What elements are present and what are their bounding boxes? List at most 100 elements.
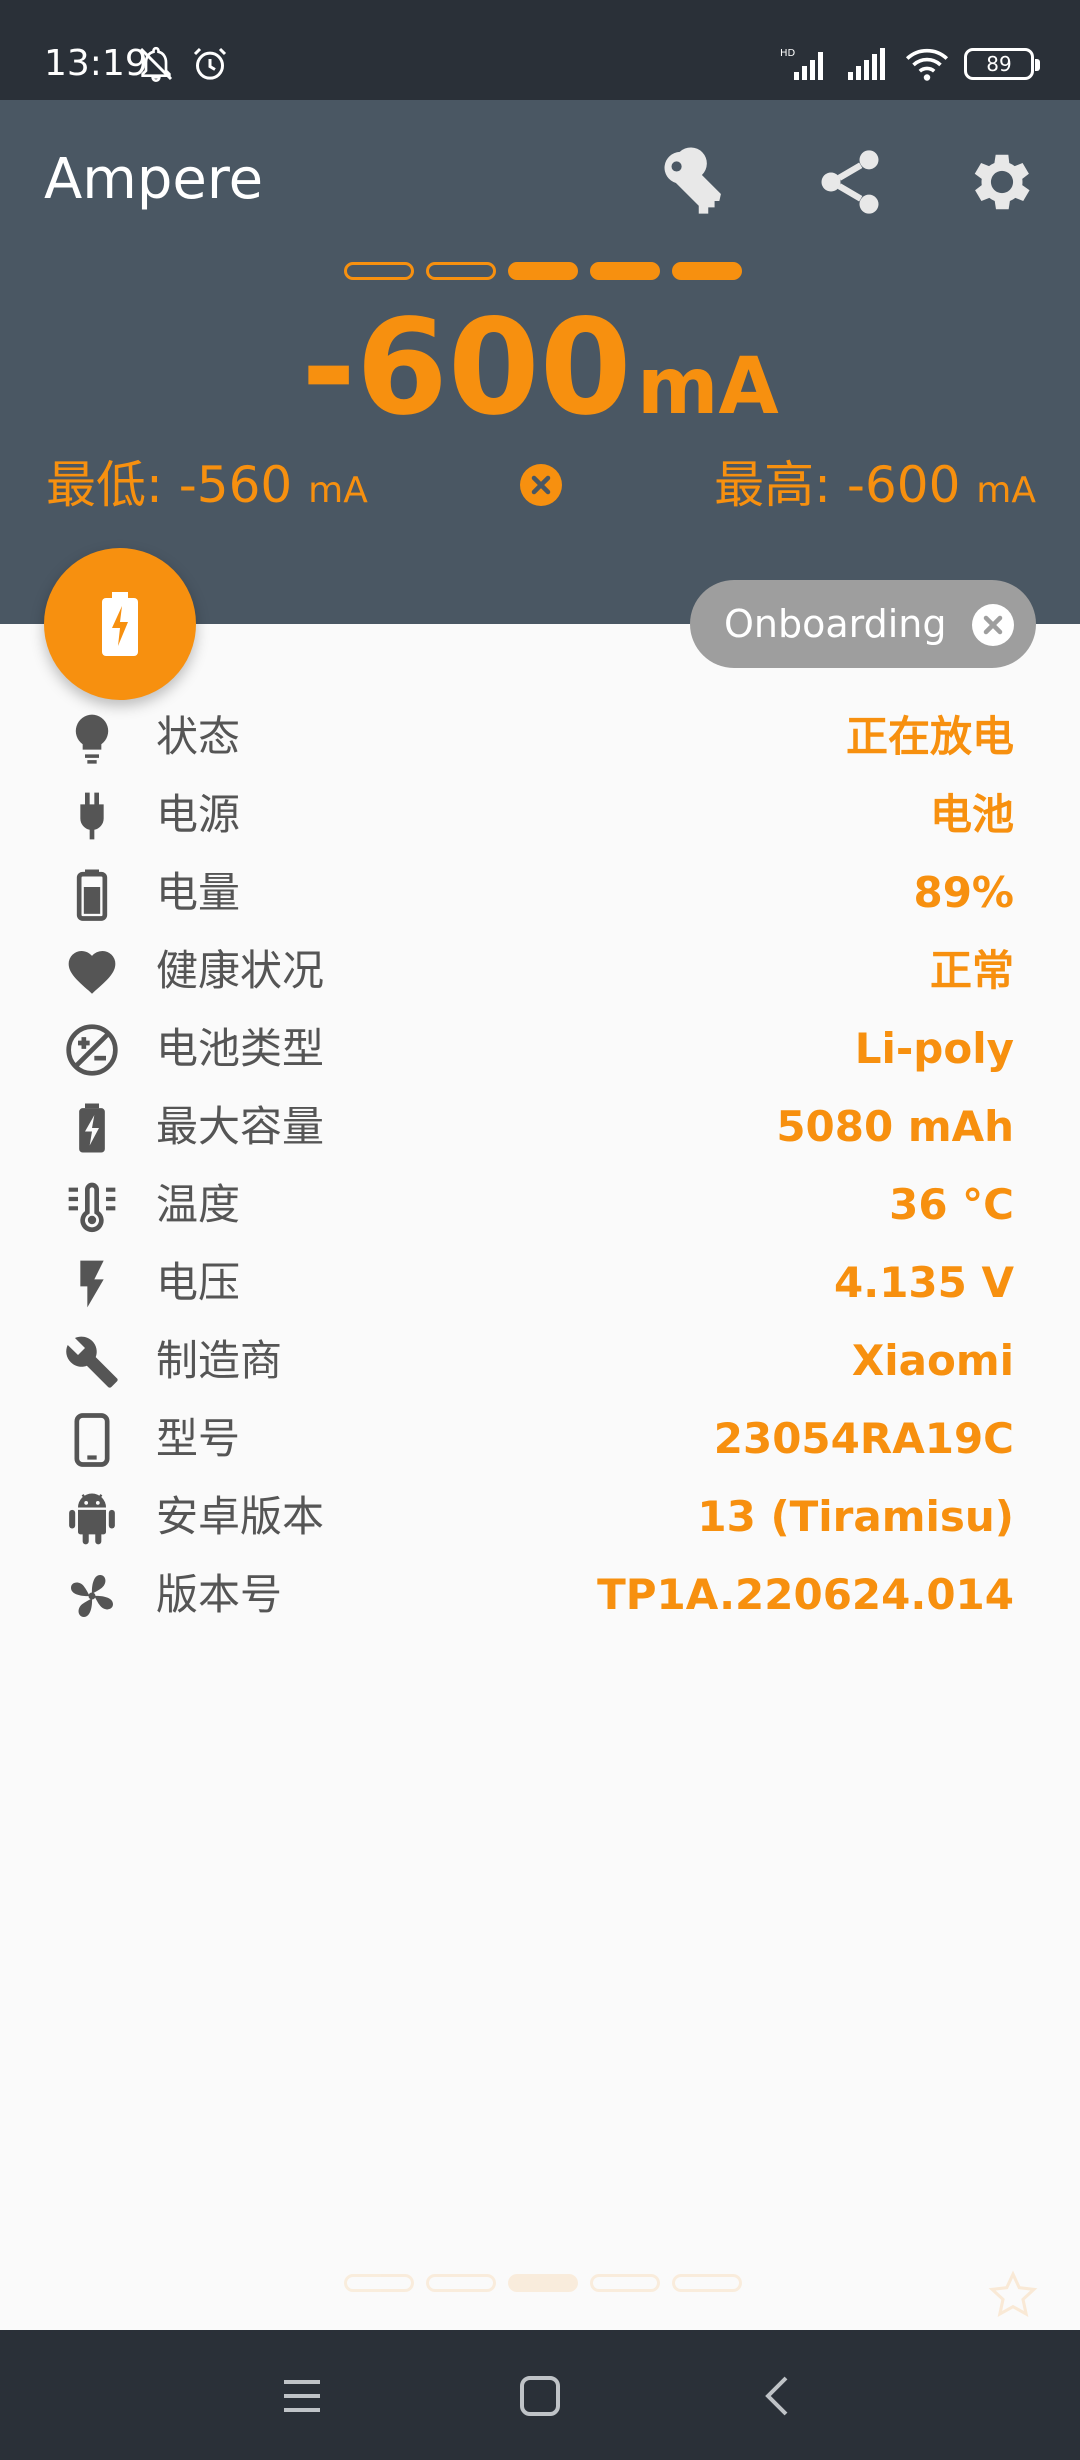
close-icon (983, 615, 1003, 635)
onboarding-chip[interactable]: Onboarding (690, 580, 1036, 668)
info-value: 电池 (929, 790, 1014, 839)
info-label: 电池类型 (156, 1024, 325, 1073)
nav-back-button[interactable] (758, 2374, 798, 2418)
info-row-model: 型号 23054RA19C (0, 1400, 1080, 1478)
info-row-battery-type: 电池类型 Li-poly (0, 1010, 1080, 1088)
info-value: 4.135 V (834, 1258, 1014, 1307)
ghost-dash-filled (508, 2274, 578, 2292)
lightbulb-icon (75, 714, 109, 764)
navigation-bar (0, 2330, 1080, 2460)
info-label: 状态 (156, 712, 241, 761)
info-value: 36 °C (889, 1180, 1014, 1229)
info-row-power-source: 电源 电池 (0, 776, 1080, 854)
wifi-icon (905, 48, 949, 81)
min-max-row: 最低: -560 mA 最高: -600 mA (46, 450, 1036, 520)
close-icon (531, 475, 551, 495)
settings-button[interactable] (964, 144, 1040, 220)
header-panel: Ampere -600 mA 最低: -560 mA 最高: -600 mA (0, 100, 1080, 624)
info-value: Li-poly (854, 1024, 1014, 1073)
info-row-android-version: 安卓版本 13 (Tiramisu) (0, 1478, 1080, 1556)
ghost-dash (672, 2274, 742, 2292)
min-reading: 最低: -560 mA (46, 450, 368, 526)
app-title: Ampere (44, 147, 264, 212)
ghost-dash (344, 2274, 414, 2292)
info-label: 安卓版本 (156, 1492, 325, 1541)
home-square-icon (520, 2376, 560, 2416)
thermometer-icon (68, 1182, 116, 1233)
max-unit: mA (976, 470, 1036, 511)
info-value: 正常 (929, 946, 1014, 995)
info-value: TP1A.220624.014 (597, 1570, 1014, 1619)
fan-icon (71, 1575, 113, 1617)
status-bar: 13:19 HD 89 (0, 0, 1080, 100)
bell-off-icon (139, 46, 173, 83)
onboarding-chip-close-button[interactable] (972, 604, 1014, 646)
info-label: 电源 (156, 790, 241, 839)
battery-icon (76, 869, 108, 921)
battery-charging-icon (102, 592, 138, 656)
alarm-icon (193, 47, 227, 80)
level-dash-filled (672, 262, 742, 280)
current-value: -600 (301, 291, 632, 445)
max-reading: 最高: -600 mA (714, 450, 1036, 526)
info-row-health: 健康状况 正常 (0, 932, 1080, 1010)
phone-icon (74, 1413, 110, 1467)
info-value: 13 (Tiramisu) (697, 1492, 1014, 1541)
info-label: 版本号 (156, 1570, 283, 1619)
info-label: 最大容量 (156, 1102, 325, 1151)
menu-icon (284, 2380, 320, 2412)
info-value: 5080 mAh (776, 1102, 1014, 1151)
info-label: 型号 (156, 1414, 241, 1463)
info-row-build-number: 版本号 TP1A.220624.014 (0, 1556, 1080, 1634)
settings-icon (974, 154, 1030, 210)
info-row-status: 状态 正在放电 (0, 698, 1080, 776)
min-unit: mA (308, 470, 368, 511)
nav-recents-button[interactable] (280, 2376, 324, 2416)
ghost-level-indicator (344, 2274, 742, 2292)
nav-home-button[interactable] (518, 2374, 562, 2418)
battery-charging-icon (79, 1103, 105, 1153)
info-value: 23054RA19C (713, 1414, 1014, 1463)
back-chevron-icon (765, 2376, 788, 2416)
share-button[interactable] (812, 144, 888, 220)
min-label: 最低: -560 (46, 456, 293, 514)
level-dash-filled (590, 262, 660, 280)
battery-status: 89 (964, 48, 1040, 80)
plug-icon (80, 792, 104, 840)
star-icon (988, 2270, 1038, 2317)
current-level-indicator (344, 262, 742, 280)
reset-minmax-button[interactable] (520, 464, 562, 506)
info-row-manufacturer: 制造商 Xiaomi (0, 1322, 1080, 1400)
info-label: 温度 (156, 1180, 241, 1229)
info-row-temperature: 温度 36 °C (0, 1166, 1080, 1244)
key-button[interactable] (656, 144, 732, 220)
share-icon (821, 150, 879, 214)
wrench-icon (66, 1336, 118, 1388)
heart-icon (68, 951, 116, 994)
hd-signal-icon: HD (780, 48, 823, 80)
svg-text:HD: HD (780, 48, 796, 59)
signal-icon (848, 48, 885, 80)
info-row-level: 电量 89% (0, 854, 1080, 932)
android-icon (69, 1493, 115, 1545)
ghost-dash (426, 2274, 496, 2292)
level-dash (344, 262, 414, 280)
battery-status-level: 89 (986, 52, 1012, 76)
max-label: 最高: -600 (714, 456, 961, 514)
flash-icon (80, 1260, 104, 1308)
battery-fab-button[interactable] (44, 548, 196, 700)
info-label: 健康状况 (156, 946, 325, 995)
info-value: 89% (913, 868, 1014, 917)
current-unit: mA (637, 342, 779, 432)
status-right-icons: HD 89 (780, 46, 1040, 82)
onboarding-chip-label: Onboarding (724, 602, 947, 646)
status-time: 13:19 (44, 43, 148, 84)
info-value: Xiaomi (851, 1336, 1014, 1385)
level-dash (426, 262, 496, 280)
info-label: 电量 (156, 868, 241, 917)
info-label: 电压 (156, 1258, 241, 1307)
ghost-dash (590, 2274, 660, 2292)
plus-minus-icon (66, 1024, 118, 1076)
status-left-icons (136, 44, 230, 84)
key-icon (664, 147, 721, 214)
